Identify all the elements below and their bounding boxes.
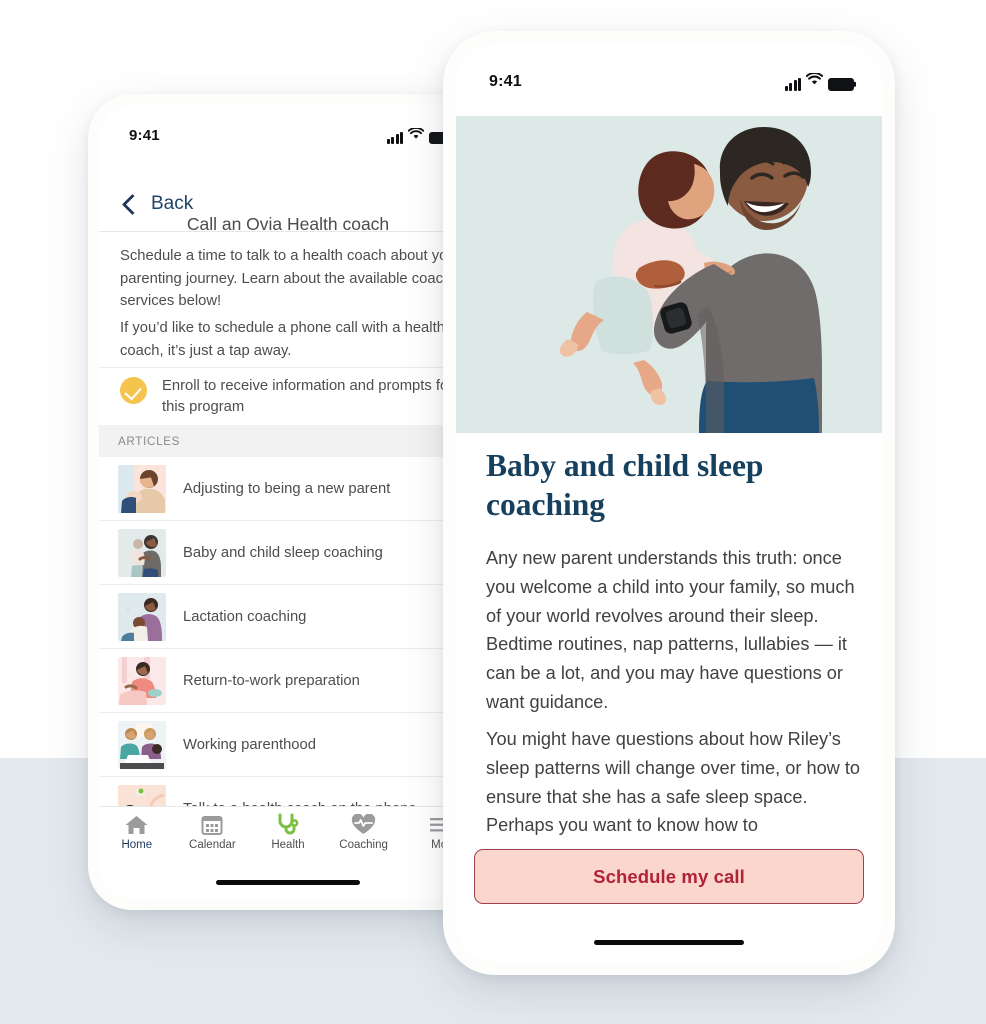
father-holding-baby-thumb <box>118 528 166 577</box>
home-indicator[interactable] <box>216 880 360 885</box>
intro-paragraph-2: If you’d like to schedule a phone call w… <box>120 320 445 359</box>
list-item[interactable]: Lactation coaching <box>99 585 477 649</box>
list-item-label: Adjusting to being a new parent <box>183 480 391 497</box>
tab-calendar[interactable]: Calendar <box>175 813 251 851</box>
status-time: 9:41 <box>489 73 522 90</box>
home-indicator[interactable] <box>594 939 744 945</box>
parent-holding-newborn-thumb <box>118 464 166 513</box>
tab-health-label: Health <box>271 839 305 851</box>
bottom-tab-bar: Home Calendar Health Coaching Mo <box>99 806 477 862</box>
screenshot-stage: 9:41 Back Call an Ovia Health coach Sche… <box>0 0 986 1024</box>
tab-home-label: Home <box>121 839 153 851</box>
right-phone-screen: 9:41 Baby and child sleep coaching Any n… <box>456 44 882 962</box>
cta-container: Schedule my call <box>456 849 882 904</box>
list-item[interactable]: Adjusting to being a new parent <box>99 457 477 521</box>
home-icon <box>124 813 149 836</box>
status-bar: 9:41 <box>456 72 882 91</box>
enroll-toggle-row[interactable]: Enroll to receive information and prompt… <box>99 367 477 425</box>
status-bar: 9:41 <box>99 126 477 144</box>
article-paragraph-1: Any new parent understands this truth: o… <box>486 548 855 712</box>
wifi-icon <box>805 72 824 91</box>
calendar-icon <box>201 813 223 836</box>
tab-health[interactable]: Health <box>250 813 326 851</box>
list-item[interactable]: Baby and child sleep coaching <box>99 521 477 585</box>
two-parents-working-thumb <box>118 720 166 769</box>
articles-list: Adjusting to being a new parent Baby and… <box>99 457 477 841</box>
article-hero-illustration <box>456 116 882 433</box>
right-phone-mockup: 9:41 Baby and child sleep coaching Any n… <box>443 31 895 975</box>
articles-section-header: ARTICLES <box>99 425 477 457</box>
cellular-signal-icon <box>386 132 403 144</box>
tab-coaching[interactable]: Coaching <box>326 813 402 851</box>
nursing-parent-thumb <box>118 592 166 641</box>
list-item[interactable]: Working parenthood <box>99 713 477 777</box>
stethoscope-icon <box>276 813 300 836</box>
page-title: Call an Ovia Health coach <box>186 214 390 234</box>
status-icon-group <box>784 72 854 91</box>
chevron-left-icon <box>121 193 144 215</box>
parent-with-laptop-thumb <box>118 656 166 705</box>
tab-calendar-label: Calendar <box>189 839 236 851</box>
heart-pulse-icon <box>351 813 376 836</box>
list-item-label: Return-to-work preparation <box>183 672 360 689</box>
back-button-label: Back <box>151 193 194 214</box>
enroll-label: Enroll to receive information and prompt… <box>162 378 454 415</box>
list-item-label: Lactation coaching <box>183 608 307 625</box>
left-phone-screen: 9:41 Back Call an Ovia Health coach Sche… <box>99 105 477 899</box>
wifi-icon <box>407 126 425 144</box>
left-phone-mockup: 9:41 Back Call an Ovia Health coach Sche… <box>88 94 488 910</box>
status-time: 9:41 <box>129 127 160 144</box>
list-item-label: Baby and child sleep coaching <box>183 544 383 561</box>
intro-paragraph-1: Schedule a time to talk to a health coac… <box>120 248 471 309</box>
list-item[interactable]: Return-to-work preparation <box>99 649 477 713</box>
article-title: Baby and child sleep coaching <box>486 448 764 522</box>
cellular-signal-icon <box>784 77 801 91</box>
list-item-label: Working parenthood <box>183 736 316 753</box>
tab-home[interactable]: Home <box>99 813 175 851</box>
battery-icon <box>828 77 854 91</box>
schedule-my-call-button[interactable]: Schedule my call <box>474 849 864 904</box>
tab-coaching-label: Coaching <box>339 839 388 851</box>
article-paragraph-2: You might have questions about how Riley… <box>486 729 861 836</box>
check-circle-icon <box>120 377 147 404</box>
